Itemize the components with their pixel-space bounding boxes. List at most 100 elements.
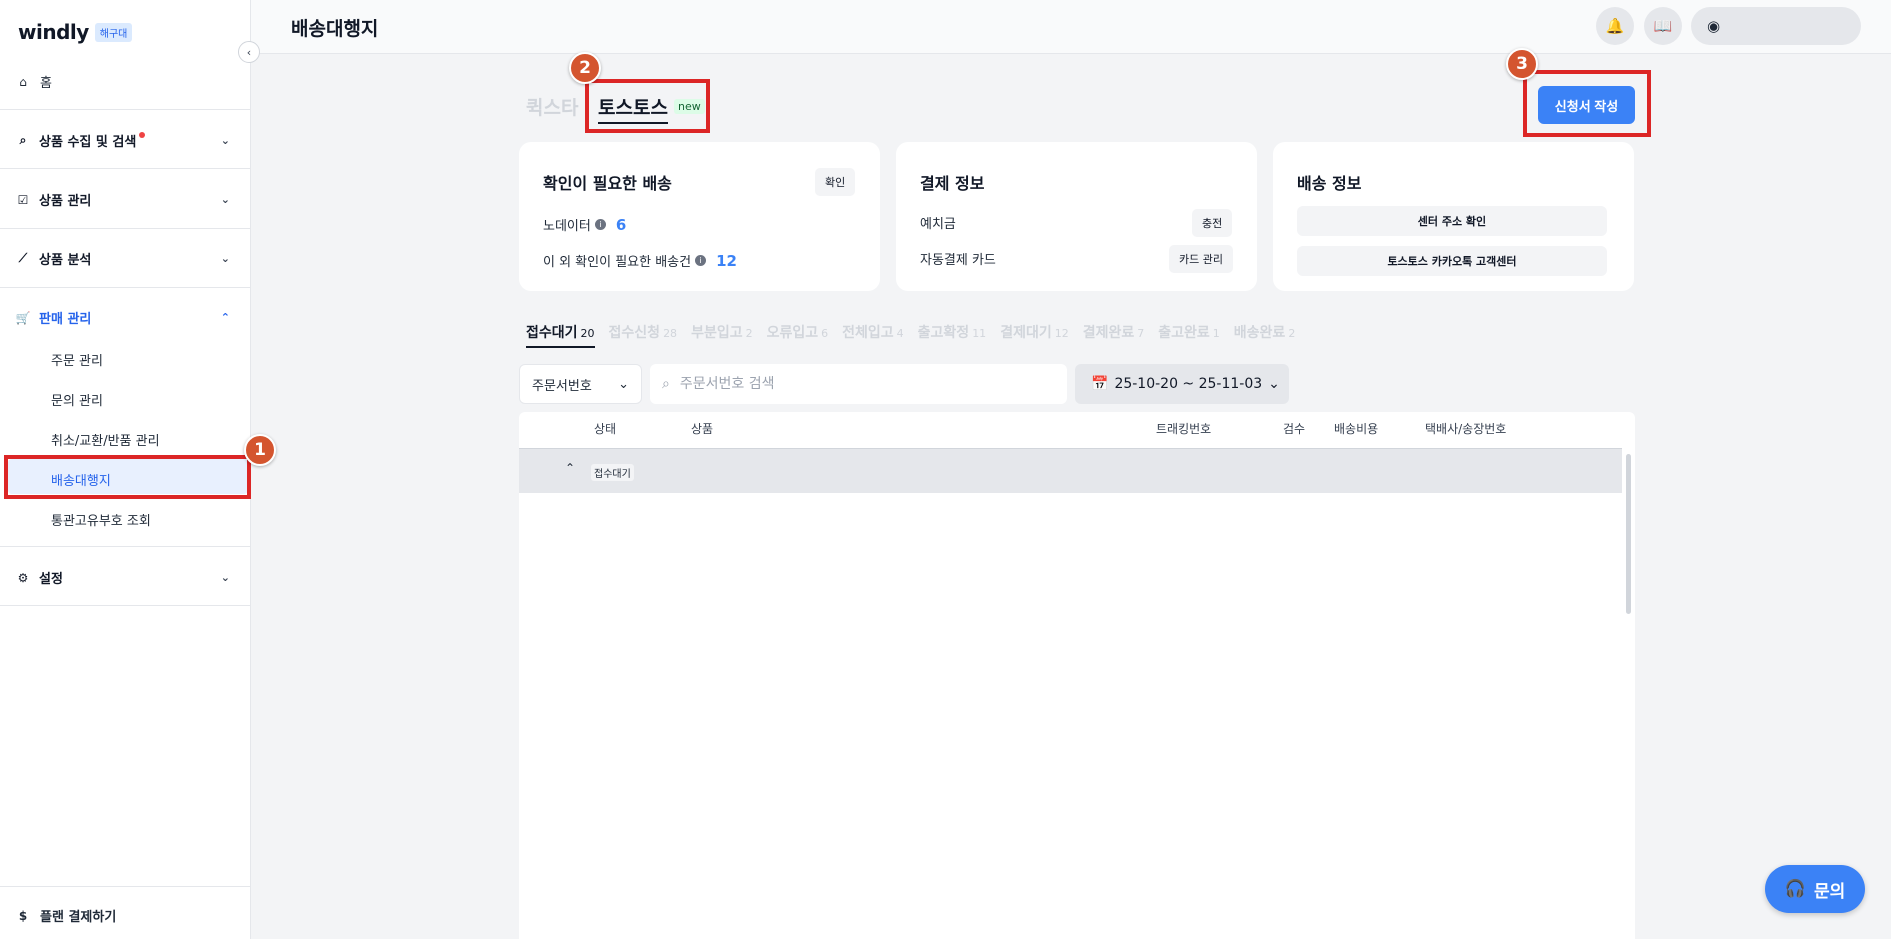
tab-quickstar[interactable]: 퀵스타	[526, 93, 578, 120]
card-shipping-info: 배송 정보 센터 주소 확인 토스토스 카카오톡 고객센터	[1273, 142, 1634, 291]
table-scrollbar[interactable]	[1626, 454, 1631, 614]
divider	[0, 168, 251, 169]
callout-badge-1: 1	[244, 434, 276, 466]
sidebar-group-label: 상품 수집 및 검색	[39, 135, 137, 150]
dollar-icon: $	[18, 908, 28, 923]
info-icon: i	[695, 255, 707, 266]
column-header-product: 상품	[691, 422, 714, 436]
column-header-courier: 택배사/송장번호	[1425, 422, 1507, 436]
guide-button[interactable]: 📖	[1644, 7, 1682, 45]
card-confirm-shipping: 확인이 필요한 배송 확인 노데이터 i 6 이 외 확인이 필요한 배송건 i…	[519, 142, 880, 291]
table-group-row[interactable]: ⌃ 접수대기	[519, 448, 1622, 493]
logo-row[interactable]: windly 해구대	[18, 20, 133, 44]
deposit-label: 예치금	[920, 217, 956, 232]
sidebar-collapse-button[interactable]: ‹	[238, 41, 260, 63]
group-label: 접수대기	[591, 464, 634, 481]
notification-dot	[139, 131, 146, 138]
chevron-up-icon: ⌃	[220, 311, 230, 324]
plan-payment-link[interactable]: $ 플랜 결제하기	[16, 906, 116, 926]
search-icon: ⌕	[662, 376, 670, 392]
chevron-left-icon: ‹	[246, 45, 252, 59]
sidebar-group-label: 상품 분석	[39, 253, 92, 268]
status-tab[interactable]: 배송완료 2	[1234, 322, 1296, 348]
status-tab[interactable]: 부분입고 2	[691, 322, 753, 348]
profile-button[interactable]: ◉	[1691, 7, 1861, 45]
sidebar-group-analysis[interactable]: ⟋ 상품 분석 ⌄	[16, 249, 230, 268]
confirm-button[interactable]: 확인	[815, 168, 856, 196]
divider	[0, 546, 251, 547]
column-header-shipping-cost: 배송비용	[1334, 422, 1379, 436]
book-icon: 📖	[1653, 17, 1673, 35]
card-title: 결제 정보	[920, 174, 985, 193]
help-chat-button[interactable]: 🎧 문의	[1765, 865, 1865, 913]
card-manage-button[interactable]: 카드 관리	[1169, 245, 1233, 273]
divider	[0, 605, 251, 606]
other-confirm-count: 12	[716, 251, 737, 270]
status-tab[interactable]: 결제완료 7	[1083, 322, 1145, 348]
other-confirm-label: 이 외 확인이 필요한 배송건	[543, 255, 692, 270]
sidebar-group-settings[interactable]: ⚙ 설정 ⌄	[16, 568, 230, 588]
status-tab[interactable]: 접수신청 28	[609, 322, 678, 348]
sidebar-group-label: 상품 관리	[39, 194, 92, 209]
chevron-down-icon: ⌄	[220, 193, 230, 206]
cart-icon: 🛒	[15, 310, 31, 325]
column-header-status: 상태	[594, 422, 617, 436]
chevron-down-icon: ⌄	[220, 571, 230, 584]
chevron-up-icon[interactable]: ⌃	[565, 461, 575, 475]
logo-badge: 해구대	[94, 22, 133, 42]
charge-button[interactable]: 충전	[1192, 209, 1233, 237]
sidebar-item-home[interactable]: ⌂ 홈	[16, 72, 52, 92]
sidebar-group-manage[interactable]: ☑ 상품 관리 ⌄	[16, 190, 230, 210]
checkbox-icon: ☑	[17, 192, 29, 207]
nodata-label: 노데이터	[543, 219, 591, 234]
bell-icon: 🔔	[1605, 17, 1625, 35]
divider	[0, 886, 251, 887]
page-title: 배송대행지	[291, 18, 379, 40]
sidebar-group-label: 판매 관리	[39, 312, 92, 327]
chevron-down-icon: ⌄	[618, 376, 629, 392]
help-label: 문의	[1813, 881, 1846, 902]
highlight-box-2	[585, 79, 710, 133]
sidebar-item-inquiries[interactable]: 문의 관리	[51, 390, 103, 409]
select-value: 주문서번호	[532, 378, 592, 394]
sidebar-item-orders[interactable]: 주문 관리	[51, 350, 103, 369]
search-input[interactable]	[679, 376, 1040, 392]
sidebar-item-customs-code[interactable]: 통관고유부호 조회	[51, 510, 151, 529]
nodata-row[interactable]: 노데이터 i 6	[543, 215, 626, 235]
info-icon: i	[594, 219, 606, 230]
highlight-box-3	[1523, 70, 1651, 137]
notification-button[interactable]: 🔔	[1596, 7, 1634, 45]
chevron-down-icon: ⌄	[1268, 376, 1280, 392]
status-tab[interactable]: 접수대기 20	[526, 322, 595, 348]
status-tabs: 접수대기 20 접수신청 28 부분입고 2 오류입고 6 전체입고 4 출고확정 11 결…	[526, 322, 1295, 348]
chevron-down-icon: ⌄	[220, 134, 230, 147]
chart-icon: ⟋	[18, 251, 28, 265]
status-tab[interactable]: 출고완료 1	[1158, 322, 1220, 348]
date-range-picker[interactable]: 📅 25-10-20 ~ 25-11-03 ⌄	[1075, 364, 1289, 404]
sidebar-group-label: 설정	[39, 572, 63, 587]
status-tab[interactable]: 오류입고 6	[767, 322, 829, 348]
sidebar-item-returns[interactable]: 취소/교환/반품 관리	[51, 430, 160, 449]
column-header-tracking: 트래킹번호	[1156, 422, 1212, 436]
sidebar-item-label: 홈	[40, 76, 52, 91]
sidebar-group-sales[interactable]: 🛒 판매 관리 ⌃	[15, 308, 230, 328]
status-tab[interactable]: 출고확정 11	[918, 322, 987, 348]
chevron-down-icon: ⌄	[220, 252, 230, 265]
status-tab[interactable]: 전체입고 4	[842, 322, 904, 348]
logo: windly	[18, 20, 89, 44]
kakao-support-button[interactable]: 토스토스 카카오톡 고객센터	[1297, 246, 1607, 276]
card-title: 확인이 필요한 배송	[543, 174, 672, 193]
shipment-table: 상태 상품 트래킹번호 검수 배송비용 택배사/송장번호 ⌃ 접수대기	[519, 412, 1635, 939]
highlight-box-1	[4, 455, 251, 499]
date-range-value: 25-10-20 ~ 25-11-03	[1114, 376, 1263, 392]
divider	[0, 287, 251, 288]
search-field-select[interactable]: 주문서번호 ⌄	[519, 364, 642, 404]
center-address-button[interactable]: 센터 주소 확인	[1297, 206, 1607, 236]
divider	[0, 228, 251, 229]
other-confirm-row[interactable]: 이 외 확인이 필요한 배송건 i 12	[543, 251, 737, 271]
callout-badge-2: 2	[569, 52, 601, 84]
sidebar-group-collect[interactable]: ⌕ 상품 수집 및 검색 ⌄	[16, 131, 230, 150]
status-tab[interactable]: 결제대기 12	[1000, 322, 1069, 348]
divider	[0, 109, 251, 110]
card-title: 배송 정보	[1297, 174, 1362, 193]
